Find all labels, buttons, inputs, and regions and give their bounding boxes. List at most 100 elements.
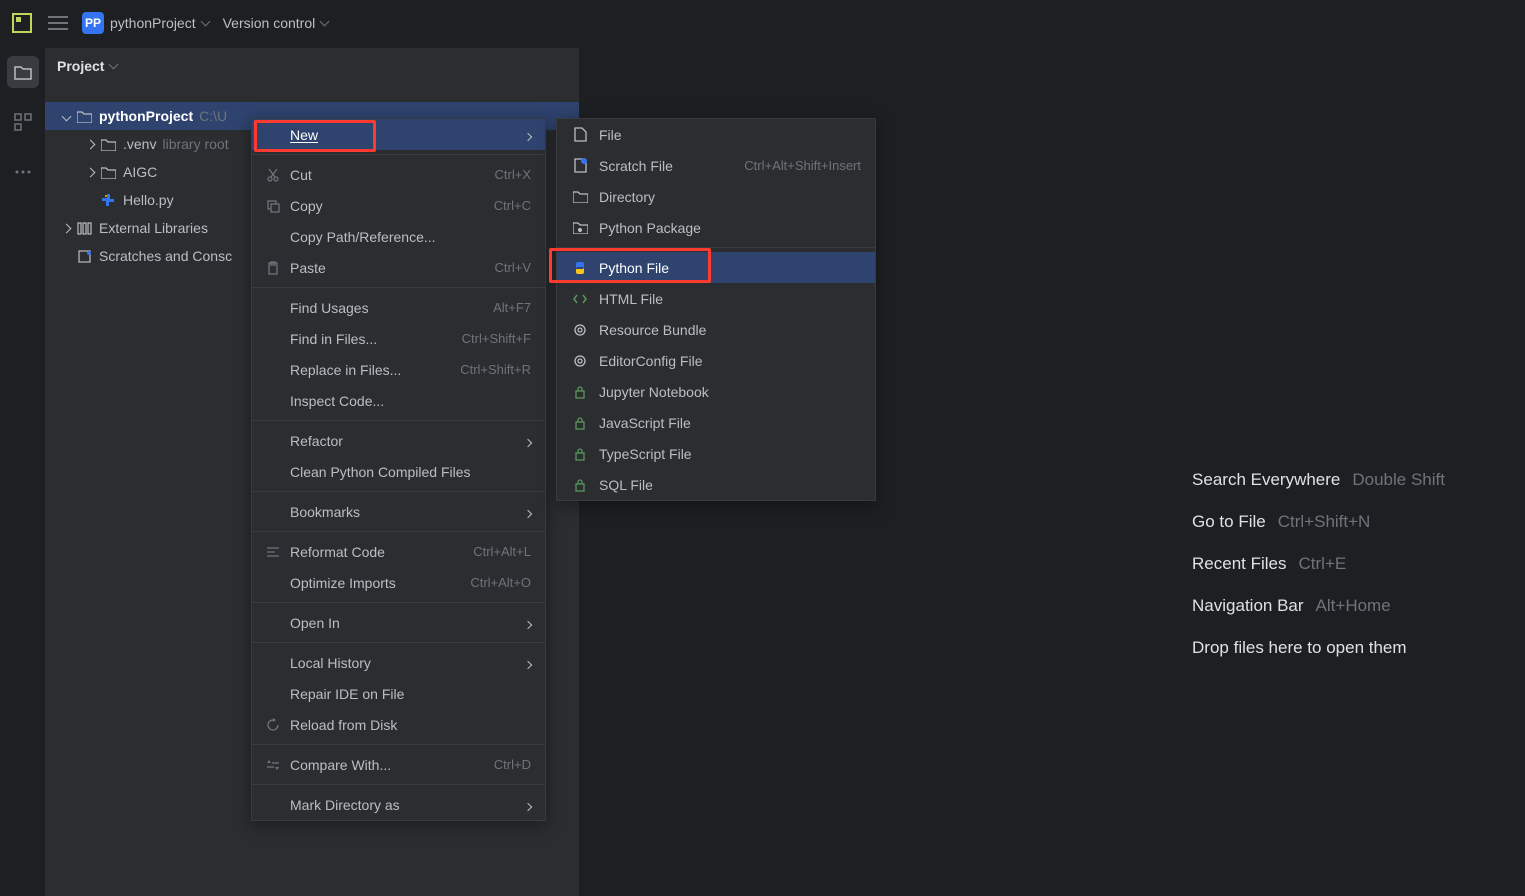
- submenu-typescript[interactable]: TypeScript File: [557, 438, 875, 469]
- menu-separator: [252, 287, 545, 288]
- menu-reload[interactable]: Reload from Disk: [252, 709, 545, 740]
- submenu-directory-label: Directory: [599, 189, 655, 205]
- submenu-editorconfig-label: EditorConfig File: [599, 353, 703, 369]
- menu-paste-label: Paste: [290, 260, 326, 276]
- submenu-javascript[interactable]: JavaScript File: [557, 407, 875, 438]
- submenu-python-file-label: Python File: [599, 260, 669, 276]
- menu-new[interactable]: New: [252, 119, 545, 150]
- folder-icon: [99, 138, 117, 151]
- menu-copy-path-label: Copy Path/Reference...: [290, 229, 436, 245]
- menu-reformat[interactable]: Reformat CodeCtrl+Alt+L: [252, 536, 545, 567]
- paste-icon: [264, 261, 282, 275]
- submenu-scratch-label: Scratch File: [599, 158, 673, 174]
- submenu-editorconfig[interactable]: EditorConfig File: [557, 345, 875, 376]
- submenu-arrow-icon: [525, 504, 531, 520]
- menu-replace-in-files[interactable]: Replace in Files...Ctrl+Shift+R: [252, 354, 545, 385]
- submenu-py-package[interactable]: Python Package: [557, 212, 875, 243]
- tree-root-label: pythonProject: [99, 108, 193, 124]
- submenu-jupyter-label: Jupyter Notebook: [599, 384, 709, 400]
- menu-cut[interactable]: CutCtrl+X: [252, 159, 545, 190]
- scratch-icon: [75, 250, 93, 263]
- reload-icon: [264, 718, 282, 732]
- menu-mark-dir[interactable]: Mark Directory as: [252, 789, 545, 820]
- menu-reload-label: Reload from Disk: [290, 717, 397, 733]
- hint-nav: Navigation BarAlt+Home: [1192, 596, 1445, 616]
- menu-compare[interactable]: Compare With...Ctrl+D: [252, 749, 545, 780]
- main-menu-button[interactable]: [48, 15, 68, 31]
- menu-compare-label: Compare With...: [290, 757, 391, 773]
- submenu-arrow-icon: [525, 655, 531, 671]
- reformat-icon: [264, 546, 282, 558]
- submenu-js-label: JavaScript File: [599, 415, 691, 431]
- lock-icon: [571, 416, 589, 430]
- menu-reformat-label: Reformat Code: [290, 544, 385, 560]
- submenu-html-file[interactable]: HTML File: [557, 283, 875, 314]
- project-selector[interactable]: PP pythonProject: [82, 12, 209, 34]
- submenu-sql[interactable]: SQL File: [557, 469, 875, 500]
- version-control-menu[interactable]: Version control: [223, 15, 329, 31]
- project-panel-title: Project: [57, 58, 104, 74]
- menu-open-in-label: Open In: [290, 615, 340, 631]
- top-toolbar: PP pythonProject Version control: [0, 0, 1525, 45]
- expand-icon[interactable]: [57, 225, 75, 232]
- menu-clean-label: Clean Python Compiled Files: [290, 464, 471, 480]
- library-icon: [75, 222, 93, 235]
- menu-separator: [252, 491, 545, 492]
- cut-icon: [264, 168, 282, 182]
- menu-bookmarks[interactable]: Bookmarks: [252, 496, 545, 527]
- html-icon: [571, 293, 589, 305]
- menu-repair-label: Repair IDE on File: [290, 686, 404, 702]
- submenu-html-label: HTML File: [599, 291, 663, 307]
- menu-open-in[interactable]: Open In: [252, 607, 545, 638]
- gear-icon: [571, 354, 589, 368]
- menu-separator: [557, 247, 875, 248]
- project-panel-header[interactable]: Project: [45, 48, 579, 84]
- submenu-resource[interactable]: Resource Bundle: [557, 314, 875, 345]
- submenu-file[interactable]: File: [557, 119, 875, 150]
- menu-bookmarks-label: Bookmarks: [290, 504, 360, 520]
- tree-ext-libs-label: External Libraries: [99, 220, 208, 236]
- menu-replace-in-files-label: Replace in Files...: [290, 362, 401, 378]
- menu-refactor[interactable]: Refactor: [252, 425, 545, 456]
- menu-local-history[interactable]: Local History: [252, 647, 545, 678]
- expand-icon[interactable]: [57, 113, 75, 120]
- menu-inspect-label: Inspect Code...: [290, 393, 384, 409]
- menu-find-in-files[interactable]: Find in Files...Ctrl+Shift+F: [252, 323, 545, 354]
- project-tool-button[interactable]: [7, 56, 39, 88]
- scratch-file-icon: [571, 158, 589, 173]
- submenu-directory[interactable]: Directory: [557, 181, 875, 212]
- menu-paste[interactable]: PasteCtrl+V: [252, 252, 545, 283]
- submenu-jupyter[interactable]: Jupyter Notebook: [557, 376, 875, 407]
- menu-new-label: New: [290, 127, 318, 143]
- menu-separator: [252, 420, 545, 421]
- submenu-scratch[interactable]: Scratch FileCtrl+Alt+Shift+Insert: [557, 150, 875, 181]
- submenu-sql-label: SQL File: [599, 477, 653, 493]
- menu-mark-dir-label: Mark Directory as: [290, 797, 400, 813]
- submenu-python-file[interactable]: Python File: [557, 252, 875, 283]
- menu-optimize[interactable]: Optimize ImportsCtrl+Alt+O: [252, 567, 545, 598]
- expand-icon[interactable]: [81, 169, 99, 176]
- expand-icon[interactable]: [81, 141, 99, 148]
- structure-tool-button[interactable]: [7, 106, 39, 138]
- folder-icon: [99, 166, 117, 179]
- menu-find-usages[interactable]: Find UsagesAlt+F7: [252, 292, 545, 323]
- chevron-down-icon: [202, 15, 209, 31]
- menu-copy-path[interactable]: Copy Path/Reference...: [252, 221, 545, 252]
- submenu-arrow-icon: [525, 797, 531, 813]
- menu-find-in-files-label: Find in Files...: [290, 331, 377, 347]
- more-tool-button[interactable]: [7, 156, 39, 188]
- editor-hints: Search EverywhereDouble Shift Go to File…: [1192, 470, 1445, 658]
- hint-recent: Recent FilesCtrl+E: [1192, 554, 1445, 574]
- menu-optimize-label: Optimize Imports: [290, 575, 396, 591]
- menu-repair[interactable]: Repair IDE on File: [252, 678, 545, 709]
- tree-hello-label: Hello.py: [123, 192, 174, 208]
- menu-clean[interactable]: Clean Python Compiled Files: [252, 456, 545, 487]
- hint-search: Search EverywhereDouble Shift: [1192, 470, 1445, 490]
- left-tool-rail: [0, 48, 45, 896]
- menu-inspect[interactable]: Inspect Code...: [252, 385, 545, 416]
- menu-copy[interactable]: CopyCtrl+C: [252, 190, 545, 221]
- copy-icon: [264, 199, 282, 213]
- tree-scratches-label: Scratches and Consc: [99, 248, 232, 264]
- menu-copy-label: Copy: [290, 198, 323, 214]
- lock-icon: [571, 385, 589, 399]
